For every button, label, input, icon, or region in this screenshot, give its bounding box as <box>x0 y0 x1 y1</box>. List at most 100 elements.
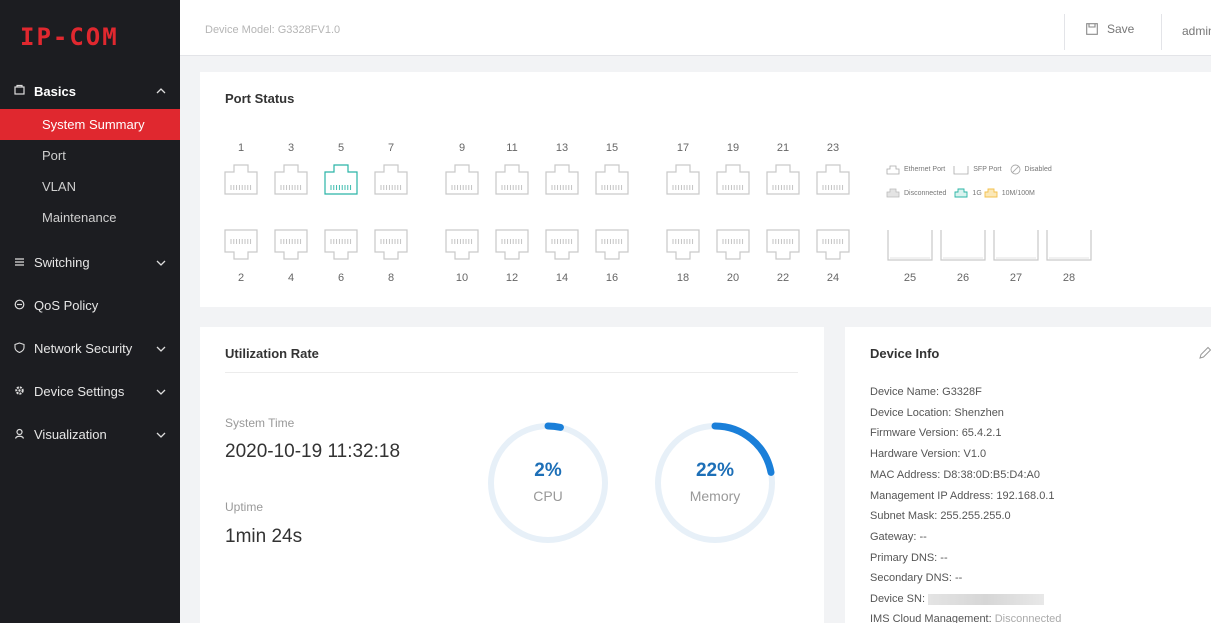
sidebar-group-label: Basics <box>34 83 76 99</box>
ethernet-port-6[interactable] <box>323 228 359 264</box>
ethernet-port-1[interactable] <box>223 160 259 196</box>
port-number: 4 <box>287 272 295 284</box>
chevron-up-icon <box>156 88 166 94</box>
ethernet-port-20[interactable] <box>715 228 751 264</box>
legend-sfp: SFP Port <box>953 165 1002 175</box>
brand-logo[interactable]: IP-COM <box>0 0 180 73</box>
port-number: 12 <box>505 272 519 284</box>
legend-label: Ethernet Port <box>904 166 946 173</box>
card-title: Device Info <box>870 346 940 361</box>
port-number: 19 <box>726 142 740 154</box>
port-10m-100m-icon <box>984 188 998 198</box>
ethernet-port-3[interactable] <box>273 160 309 196</box>
ethernet-port-11[interactable] <box>494 160 530 196</box>
shield-icon <box>14 341 28 356</box>
port-status-card: Port Status ? Ethernet Port SFP Port Dis… <box>200 72 1211 307</box>
sfp-port-25[interactable] <box>886 228 934 264</box>
device-info-row: Secondary DNS: -- <box>870 572 963 585</box>
device-info-row: Device Name: G3328F <box>870 386 982 398</box>
ethernet-port-9[interactable] <box>444 160 480 196</box>
port-number: 23 <box>826 142 840 154</box>
logo-text: IP-COM <box>20 22 119 51</box>
device-info-row: Subnet Mask: 255.255.255.0 <box>870 510 1011 523</box>
sidebar-group-label: Visualization <box>34 427 107 442</box>
legend-ethernet: Ethernet Port <box>886 165 945 175</box>
port-number: 10 <box>455 272 469 284</box>
utilization-card: Utilization Rate System Time 2020-10-19 … <box>200 327 824 623</box>
user-menu[interactable]: admin <box>1182 24 1211 38</box>
device-info-row: MAC Address: D8:38:0D:B5:D4:A0 <box>870 468 1040 481</box>
ethernet-port-16[interactable] <box>594 228 630 264</box>
port-number: 27 <box>1009 272 1023 284</box>
chevron-down-icon <box>156 260 166 266</box>
sidebar-item-maintenance[interactable]: Maintenance <box>0 202 180 233</box>
sidebar-group-network-security[interactable]: Network Security <box>0 327 180 370</box>
cloud-label: IMS Cloud Management: <box>870 613 992 623</box>
memory-label: Memory <box>689 488 741 504</box>
ethernet-port-5[interactable] <box>323 160 359 196</box>
ethernet-port-icon <box>886 165 900 174</box>
device-sn-row: Device SN: <box>870 593 1045 605</box>
sidebar-group-qos-policy[interactable]: QoS Policy <box>0 284 180 327</box>
port-number: 3 <box>287 142 295 154</box>
port-number: 25 <box>903 272 917 284</box>
device-info-row: Device Location: Shenzhen <box>870 406 1004 419</box>
ethernet-port-22[interactable] <box>765 228 801 264</box>
legend-label: Disconnected <box>904 189 947 197</box>
sidebar: IP-COM Basics System Summary Port VLAN M… <box>0 0 180 623</box>
port-number: 5 <box>337 142 345 154</box>
ethernet-port-8[interactable] <box>373 228 409 264</box>
sfp-port-28[interactable] <box>1045 228 1093 264</box>
sidebar-item-system-summary[interactable]: System Summary <box>0 109 180 140</box>
qos-icon <box>14 299 28 313</box>
edit-icon[interactable] <box>1198 346 1211 360</box>
ethernet-port-18[interactable] <box>665 228 701 264</box>
port-number: 26 <box>956 272 970 284</box>
card-title: Utilization Rate <box>225 346 319 361</box>
ethernet-port-13[interactable] <box>544 160 580 196</box>
ethernet-port-12[interactable] <box>494 228 530 264</box>
ethernet-port-15[interactable] <box>594 160 630 196</box>
port-1g-icon <box>954 188 968 198</box>
ethernet-port-14[interactable] <box>544 228 580 264</box>
sidebar-group-label: QoS Policy <box>34 298 99 313</box>
ethernet-port-24[interactable] <box>815 228 851 264</box>
sidebar-group-device-settings[interactable]: Device Settings <box>0 370 180 413</box>
ethernet-port-4[interactable] <box>273 228 309 264</box>
ethernet-port-2[interactable] <box>223 228 259 264</box>
memory-value: 22% <box>695 460 735 481</box>
sidebar-group-visualization[interactable]: Visualization <box>0 413 180 456</box>
legend-label: Disabled <box>1024 166 1052 173</box>
ethernet-port-21[interactable] <box>765 160 801 196</box>
sfp-port-26[interactable] <box>939 228 987 264</box>
device-info-row: Management IP Address: 192.168.0.1 <box>870 489 1055 502</box>
divider <box>225 372 798 373</box>
legend-label: SFP Port <box>973 166 1002 173</box>
port-number: 1 <box>237 142 245 154</box>
save-button[interactable]: Save <box>1086 22 1134 36</box>
uptime-label: Uptime <box>225 500 264 514</box>
device-info-card: Device Info Device SN: IMS Cloud Managem… <box>845 327 1211 623</box>
sidebar-group-switching[interactable]: Switching <box>0 241 180 284</box>
sidebar-group-basics[interactable]: Basics <box>0 73 180 109</box>
device-info-row: Hardware Version: V1.0 <box>870 448 987 461</box>
sidebar-item-port[interactable]: Port <box>0 140 180 171</box>
port-number: 9 <box>458 142 466 154</box>
ethernet-port-7[interactable] <box>373 160 409 196</box>
port-number: 16 <box>605 272 619 284</box>
sfp-port-27[interactable] <box>992 228 1040 264</box>
sidebar-item-vlan[interactable]: VLAN <box>0 171 180 202</box>
save-label: Save <box>1107 22 1135 36</box>
sidebar-group-label: Device Settings <box>34 384 125 399</box>
ethernet-port-17[interactable] <box>665 160 701 196</box>
legend-label: 10M/100M <box>1001 189 1035 197</box>
legend-label: 1G <box>972 189 982 197</box>
ethernet-port-10[interactable] <box>444 228 480 264</box>
port-number: 7 <box>387 142 395 154</box>
ethernet-port-23[interactable] <box>815 160 851 196</box>
ethernet-port-19[interactable] <box>715 160 751 196</box>
port-number: 14 <box>555 272 569 284</box>
sfp-port-icon <box>953 165 969 174</box>
sidebar-group-label: Switching <box>34 255 90 270</box>
legend-disabled: Disabled <box>1010 164 1052 175</box>
